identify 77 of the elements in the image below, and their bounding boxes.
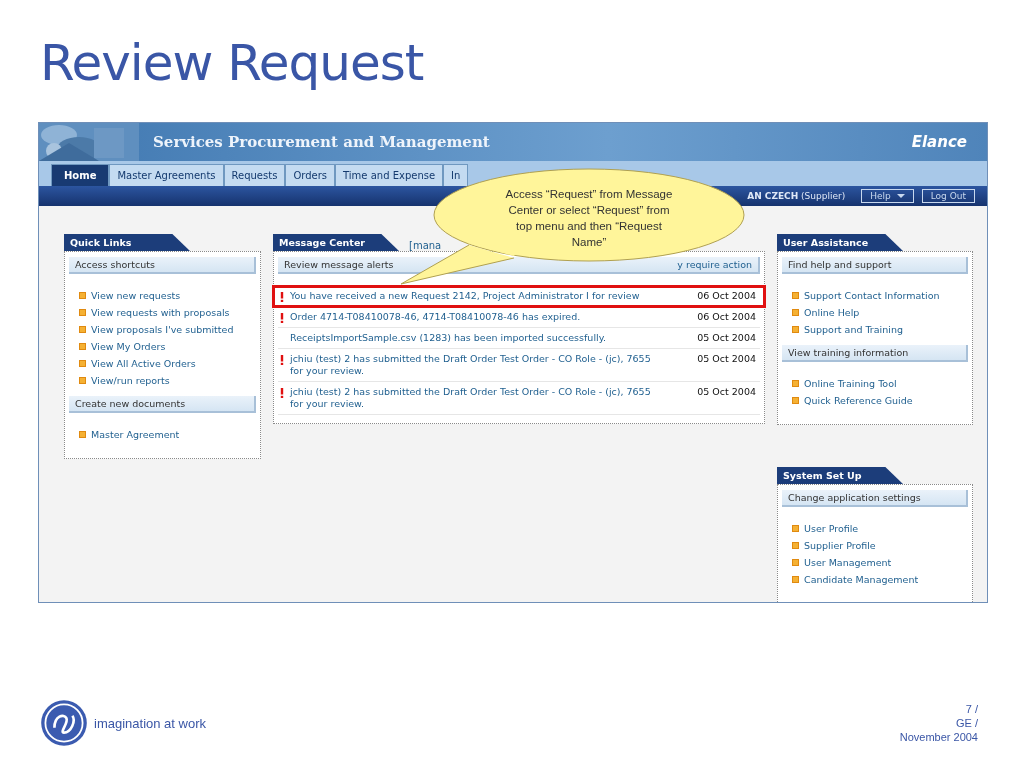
bullet-icon (792, 397, 799, 404)
panel-heading: User Assistance (777, 234, 903, 251)
user-info: AN CZECH (Supplier) (747, 191, 846, 201)
manage-link[interactable]: [mana (409, 240, 442, 251)
message-date: 05 Oct 2004 (697, 332, 756, 343)
section-heading: Review message alerts (284, 259, 394, 270)
section-heading: Find help and support (782, 257, 968, 274)
quick-link[interactable]: Quick Reference Guide (804, 395, 913, 406)
section-note: y require action (677, 259, 752, 270)
nav-tab[interactable]: Time and Expense (335, 164, 444, 186)
bullet-icon (792, 559, 799, 566)
message-date: 06 Oct 2004 (697, 290, 756, 301)
message-link[interactable]: Order 4714-T08410078-46, 4714-T08410078-46 has expired. (290, 311, 664, 323)
logout-button[interactable]: Log Out (921, 189, 975, 203)
app-title: Services Procurement and Management (153, 133, 490, 151)
bullet-icon (79, 360, 86, 367)
nav-tab[interactable]: Master Agreements (109, 164, 224, 186)
quick-link[interactable]: View All Active Orders (91, 358, 196, 369)
callout-text: Access “Request” from Message Center or select “Request” from top menu and then “Request Name” (504, 187, 674, 250)
message-row[interactable]: jchiu (test) 2 has submitted the Draft Order Test Order - CO Role - (jc), 7655 for your review. 05 Oct 2004 (278, 349, 760, 382)
bullet-icon (792, 292, 799, 299)
quick-link[interactable]: Support and Training (804, 324, 903, 335)
bullet-icon (79, 292, 86, 299)
message-link[interactable]: jchiu (test) 2 has submitted the Draft Order Test Order - CO Role - (jc), 7655 for your review. (290, 353, 664, 377)
nav-tab[interactable]: Orders (285, 164, 335, 186)
panel-heading: Quick Links (64, 234, 190, 251)
quick-link[interactable]: Supplier Profile (804, 540, 876, 551)
quick-link[interactable]: User Profile (804, 523, 859, 534)
message-link[interactable]: You have received a new Request 2142, Project Administrator I for review (290, 290, 664, 302)
caret-icon (896, 194, 905, 198)
message-date: 06 Oct 2004 (697, 311, 756, 322)
quick-link[interactable]: User Management (804, 557, 892, 568)
quick-link[interactable]: Master Agreement (91, 429, 180, 440)
highlighted-message-row[interactable]: You have received a new Request 2142, Project Administrator I for review 06 Oct 2004 (273, 286, 765, 307)
message-date: 05 Oct 2004 (697, 353, 756, 364)
quick-link[interactable]: View My Orders (91, 341, 166, 352)
section-heading: Change application settings (782, 490, 968, 507)
message-link[interactable]: jchiu (test) 2 has submitted the Draft Order Test Order - CO Role - (jc), 7655 for your review. (290, 386, 664, 410)
bullet-icon (792, 309, 799, 316)
message-date: 05 Oct 2004 (697, 386, 756, 397)
quick-link[interactable]: Online Help (804, 307, 860, 318)
footer-text: 7 / (965, 702, 978, 716)
quick-link[interactable]: View requests with proposals (91, 307, 230, 318)
bullet-icon (79, 431, 86, 438)
nav-tab[interactable]: Home (51, 164, 110, 186)
tagline: imagination at work (94, 715, 206, 731)
bullet-icon (792, 525, 799, 532)
slide-title: Review Request (40, 38, 424, 88)
panel-heading: System Set Up (777, 467, 903, 484)
panel-heading: Message Center (273, 234, 399, 251)
quick-link[interactable]: Online Training Tool (804, 378, 897, 389)
message-row[interactable]: ReceiptsImportSample.csv (1283) has been imported successfully. 05 Oct 2004 (278, 328, 760, 349)
message-row[interactable]: jchiu (test) 2 has submitted the Draft Order Test Order - CO Role - (jc), 7655 for your review. 05 Oct 2004 (278, 382, 760, 415)
bullet-icon (792, 576, 799, 583)
bullet-icon (792, 542, 799, 549)
bullet-icon (79, 377, 86, 384)
section-heading: View training information (782, 345, 968, 362)
quick-link[interactable]: View new requests (91, 290, 181, 301)
section-heading: Access shortcuts (69, 257, 256, 274)
quick-link[interactable]: View/run reports (91, 375, 170, 386)
quick-link[interactable]: Support Contact Information (804, 290, 940, 301)
message-link[interactable]: ReceiptsImportSample.csv (1283) has been imported successfully. (290, 332, 664, 344)
nav-tab[interactable]: In (443, 164, 469, 186)
brand-logo: Elance (911, 133, 967, 151)
section-heading: Create new documents (69, 396, 256, 413)
bullet-icon (79, 309, 86, 316)
message-row[interactable]: Order 4714-T08410078-46, 4714-T08410078-46 has expired. 06 Oct 2004 (278, 307, 760, 328)
quick-link[interactable]: Candidate Management (804, 574, 919, 585)
footer-text: GE / (956, 716, 978, 730)
nav-tab[interactable]: Requests (223, 164, 286, 186)
bullet-icon (792, 380, 799, 387)
bullet-icon (79, 343, 86, 350)
quick-link[interactable]: View proposals I've submitted (91, 324, 234, 335)
bullet-icon (79, 326, 86, 333)
help-button[interactable]: Help (861, 189, 914, 203)
bullet-icon (792, 326, 799, 333)
footer-text: November 2004 (899, 730, 978, 744)
